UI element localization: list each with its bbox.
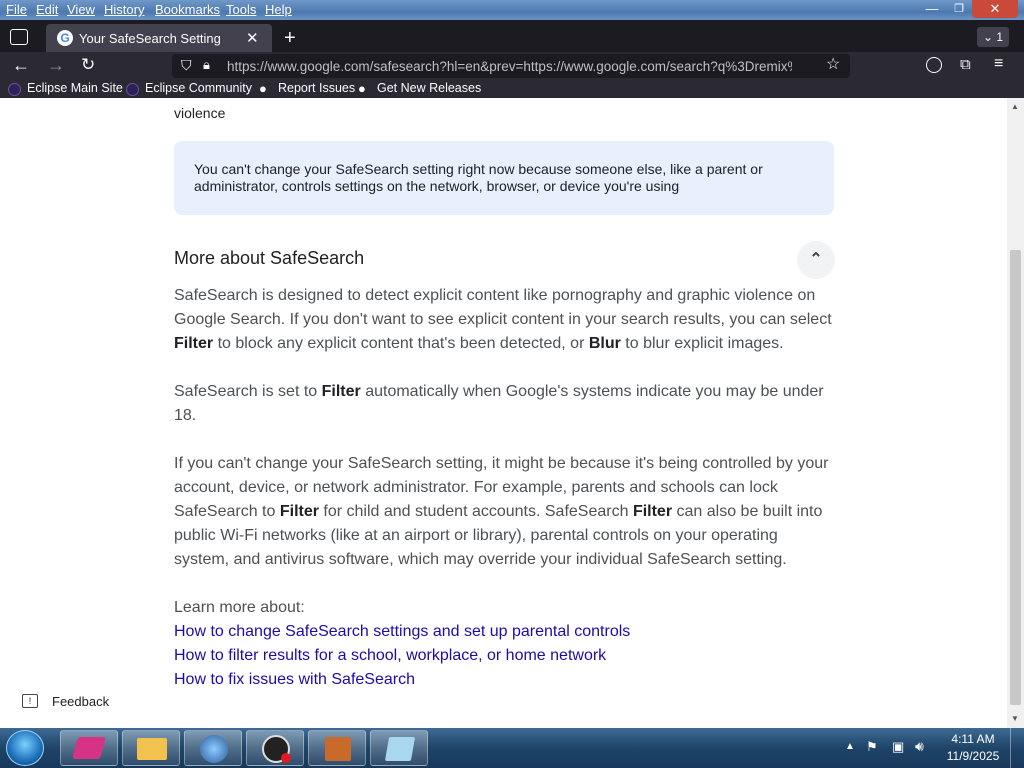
- taskbar-app-5[interactable]: [308, 730, 366, 766]
- new-tab-icon[interactable]: +: [284, 28, 296, 48]
- windows-taskbar: ▲ ⚑ ▣ 🔊︎ 4:11 AM 11/9/2025: [0, 728, 1024, 768]
- menu-hamburger-icon[interactable]: ≡: [994, 56, 1003, 72]
- vertical-scrollbar[interactable]: ▲ ▼: [1007, 98, 1024, 728]
- taskbar-obs[interactable]: [246, 730, 304, 766]
- collapse-chevron-up-icon[interactable]: ⌃: [797, 241, 835, 279]
- learn-more-label: Learn more about:: [174, 599, 305, 616]
- bookmark-eclipse-community[interactable]: Eclipse Community: [145, 81, 252, 95]
- notice-text: You can't change your SafeSearch setting…: [194, 161, 763, 194]
- browser-globe-icon: [200, 735, 228, 763]
- clock-time[interactable]: 4:11 AM: [945, 732, 1001, 746]
- p2-bold-filter: Filter: [321, 383, 361, 400]
- app-orange-icon: [325, 737, 351, 761]
- safesearch-locked-notice: You can't change your SafeSearch setting…: [174, 141, 834, 215]
- account-icon[interactable]: [926, 57, 942, 73]
- back-arrow-icon[interactable]: ←: [12, 56, 30, 74]
- p1-bold-filter: Filter: [174, 335, 214, 352]
- github-icon: ●: [259, 81, 267, 96]
- action-center-flag-icon[interactable]: ⚑: [866, 739, 878, 755]
- p1-text-c: to block any explicit content that's bee…: [213, 335, 589, 352]
- p3-bold-filter: Filter: [279, 503, 319, 520]
- section-title: More about SafeSearch: [174, 248, 365, 268]
- bookmark-get-new-releases[interactable]: Get New Releases: [377, 81, 481, 95]
- menu-file[interactable]: File: [6, 2, 27, 17]
- close-tab-icon[interactable]: ✕: [246, 29, 259, 47]
- link-fix-issues[interactable]: How to fix issues with SafeSearch: [174, 671, 415, 689]
- github-icon: ●: [358, 81, 366, 96]
- extensions-icon[interactable]: ⧉: [960, 57, 971, 72]
- show-desktop-button[interactable]: [1010, 728, 1024, 768]
- menu-view[interactable]: View: [67, 2, 95, 17]
- p2-text-a: SafeSearch is set to: [174, 383, 322, 400]
- scroll-up-arrow-icon[interactable]: ▲: [1011, 102, 1019, 111]
- volume-icon[interactable]: 🔊︎: [915, 738, 924, 755]
- firefox-view-icon[interactable]: [10, 29, 28, 45]
- p3-bold-filter-2: Filter: [632, 503, 673, 520]
- app-blue-icon: [384, 737, 416, 761]
- app-pink-icon: [72, 737, 106, 759]
- tracking-shield-icon[interactable]: ⛉: [181, 58, 192, 72]
- feedback-icon: !: [22, 694, 38, 708]
- p1-bold-blur: Blur: [588, 335, 621, 352]
- page-content: violence You can't change your SafeSearc…: [0, 98, 1007, 728]
- recording-dot-icon: [281, 753, 291, 763]
- paragraph-3: If you can't change your SafeSearch sett…: [174, 452, 834, 572]
- bookmark-eclipse-main-site[interactable]: Eclipse Main Site: [27, 81, 123, 95]
- taskbar-file-explorer[interactable]: [122, 730, 180, 766]
- p1-text-d: to blur explicit images.: [620, 335, 784, 352]
- bookmark-star-icon[interactable]: ☆: [826, 57, 840, 73]
- tab-count: 1: [996, 30, 1004, 44]
- tray-expand-icon[interactable]: ▲: [845, 741, 855, 752]
- paragraph-1: SafeSearch is designed to detect explici…: [174, 284, 834, 356]
- scroll-down-arrow-icon[interactable]: ▼: [1011, 714, 1019, 723]
- bookmark-report-issues[interactable]: Report Issues: [278, 81, 355, 95]
- clock-date[interactable]: 11/9/2025: [945, 749, 1001, 763]
- google-favicon-icon: G: [57, 30, 73, 46]
- menu-bookmarks[interactable]: Bookmarks: [155, 2, 220, 17]
- eclipse-icon: [8, 83, 21, 96]
- feedback-label: Feedback: [52, 694, 110, 709]
- browser-chrome: File Edit View History Bookmarks Tools H…: [0, 0, 1024, 98]
- tab-strip: G Your SafeSearch Setting ✕ + ⌄ 1: [0, 22, 1024, 52]
- menu-tools[interactable]: Tools: [226, 2, 256, 17]
- scroll-thumb[interactable]: [1010, 250, 1021, 705]
- url-bar[interactable]: ⛉ 🔒︎ https://www.google.com/safesearch?h…: [172, 54, 850, 78]
- tab-title: Your SafeSearch Setting: [79, 31, 221, 46]
- start-button[interactable]: [6, 730, 44, 766]
- url-text[interactable]: https://www.google.com/safesearch?hl=en&…: [227, 59, 792, 74]
- bookmarks-toolbar: Eclipse Main Site Eclipse Community ● Re…: [0, 80, 1024, 98]
- taskbar-app-1[interactable]: [60, 730, 118, 766]
- menu-help[interactable]: Help: [265, 2, 292, 17]
- taskbar-app-6[interactable]: [370, 730, 428, 766]
- menu-edit[interactable]: Edit: [36, 2, 58, 17]
- maximize-button[interactable]: ❐: [946, 0, 972, 18]
- link-change-safesearch[interactable]: How to change SafeSearch settings and se…: [174, 623, 630, 641]
- paragraph-2: SafeSearch is set to Filter automaticall…: [174, 380, 834, 428]
- taskbar-firefox[interactable]: [184, 730, 242, 766]
- p1-text-a: SafeSearch is designed to detect explici…: [174, 287, 832, 328]
- tab-safesearch[interactable]: G Your SafeSearch Setting ✕: [46, 24, 272, 52]
- folder-icon: [137, 738, 167, 760]
- nav-bar: ← → ↻ ⛉ 🔒︎ https://www.google.com/safese…: [0, 52, 1024, 80]
- link-filter-results[interactable]: How to filter results for a school, work…: [174, 647, 606, 665]
- eclipse-icon: [126, 83, 139, 96]
- network-icon[interactable]: ▣: [892, 739, 904, 755]
- top-word: violence: [174, 105, 226, 121]
- minimize-button[interactable]: —: [918, 0, 946, 18]
- forward-arrow-icon[interactable]: →: [47, 56, 65, 74]
- reload-icon[interactable]: ↻: [81, 56, 95, 73]
- lock-icon[interactable]: 🔒︎: [203, 58, 210, 71]
- menu-bar: File Edit View History Bookmarks Tools H…: [0, 0, 1024, 20]
- p3-text-c: for child and student accounts. SafeSear…: [318, 503, 633, 520]
- close-window-button[interactable]: ✕: [972, 0, 1018, 18]
- tab-list-button[interactable]: ⌄ 1: [977, 27, 1009, 47]
- menu-history[interactable]: History: [104, 2, 144, 17]
